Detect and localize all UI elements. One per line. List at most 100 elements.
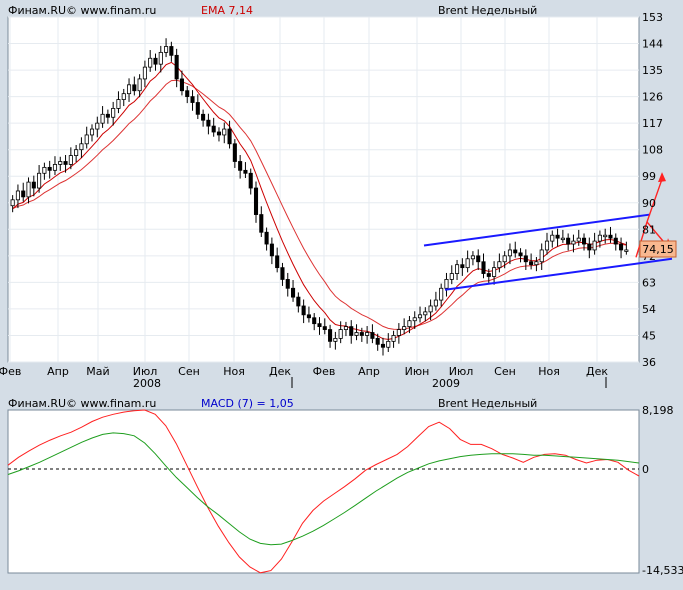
candle-body (370, 332, 375, 339)
price-y-axis: 1531441351261171089990817263544536 (642, 11, 663, 369)
candle-body (359, 332, 364, 336)
candle-body (153, 57, 158, 65)
chart-canvas: Финам.RU© www.finam.ru EMA 7,14 Brent Не… (0, 4, 683, 577)
macd-source-label: Финам.RU© www.finam.ru (8, 397, 156, 410)
candle-body (333, 338, 338, 342)
candle-body (544, 240, 550, 251)
candle-body (142, 66, 147, 80)
candle-body (343, 326, 348, 330)
candle-body (301, 305, 306, 316)
candle-body (238, 161, 243, 171)
candle-body (306, 314, 311, 319)
candle-body (592, 240, 597, 251)
candle-body (412, 317, 417, 322)
candle-body (402, 326, 407, 330)
price-ytick-label: 117 (642, 117, 663, 130)
candle-body (100, 113, 105, 124)
last-price-tag-text: 74,15 (642, 243, 674, 256)
price-xtick-label: Апр (47, 365, 69, 378)
candle-body (423, 311, 428, 316)
candle-body (513, 249, 518, 254)
macd-indicator-label: MACD (7) = 1,05 (201, 397, 294, 410)
candle-body (137, 78, 142, 92)
candle-body (550, 234, 555, 242)
candle-body (206, 119, 211, 127)
candle-body (391, 335, 396, 342)
candle-body (502, 255, 507, 263)
candle-body (259, 214, 264, 233)
candle-body (89, 128, 95, 136)
candle-body (449, 273, 454, 280)
candle-body (275, 255, 280, 269)
price-xtick-label: Июн (405, 365, 430, 378)
candle-body (158, 51, 163, 65)
candle-body (291, 287, 296, 298)
candle-body (587, 243, 592, 251)
candle-body (486, 273, 491, 277)
candle-body (132, 84, 137, 92)
macd-ytick-min: -14,533 (642, 564, 683, 577)
candle-body (497, 261, 502, 269)
candle-body (566, 237, 571, 245)
candle-body (460, 264, 465, 269)
price-xtick-label: Ноя (223, 365, 245, 378)
candle-body (597, 234, 602, 242)
candle-body (111, 108, 116, 118)
price-ytick-label: 126 (642, 91, 663, 104)
candle-body (269, 243, 274, 257)
candle-body (95, 122, 100, 130)
price-indicator-label: EMA 7,14 (201, 4, 253, 17)
price-xtick-label: Сен (178, 365, 200, 378)
candle-body (105, 113, 110, 118)
candle-body (253, 187, 259, 215)
candle-body (121, 93, 126, 100)
candle-body (534, 261, 539, 266)
candle-body (116, 99, 121, 109)
candle-body (608, 234, 613, 239)
candle-body (84, 134, 89, 145)
candle-body (264, 231, 269, 245)
candle-body (185, 90, 190, 98)
candle-body (169, 46, 174, 56)
candle-body (349, 326, 354, 336)
candle-body (619, 243, 624, 251)
candle-body (624, 249, 629, 252)
candle-body (470, 255, 475, 260)
candle-body (507, 249, 513, 257)
price-year-label: 2009 (432, 377, 460, 390)
candle-body (560, 237, 565, 241)
candle-body (79, 143, 84, 151)
candle-body (338, 329, 343, 339)
candle-body (439, 287, 444, 301)
candle-body (428, 305, 433, 313)
candle-body (571, 240, 576, 245)
candle-body (328, 329, 333, 342)
candle-body (211, 125, 216, 133)
price-xtick-label: Фев (313, 365, 336, 378)
price-ytick-label: 99 (642, 170, 656, 183)
price-ytick-label: 108 (642, 144, 663, 157)
price-ytick-label: 90 (642, 197, 656, 210)
price-ytick-label: 144 (642, 38, 663, 51)
price-ytick-label: 135 (642, 64, 663, 77)
candle-body (216, 131, 222, 136)
candle-body (555, 234, 560, 239)
candle-body (455, 264, 460, 274)
candle-body (529, 261, 534, 266)
candle-body (523, 255, 528, 263)
candle-body (31, 181, 36, 189)
macd-ytick-max: 8,198 (642, 404, 674, 417)
candle-body (164, 46, 169, 53)
candle-body (465, 258, 470, 269)
price-xtick-label: Ноя (538, 365, 560, 378)
candle-body (222, 128, 227, 136)
price-ytick-label: 45 (642, 329, 656, 342)
candle-body (195, 102, 200, 115)
price-ytick-label: 54 (642, 303, 656, 316)
candle-body (380, 343, 386, 348)
price-source-label: Финам.RU© www.finam.ru (8, 4, 156, 17)
candle-body (190, 96, 195, 103)
candle-body (396, 329, 401, 336)
candle-body (280, 267, 285, 280)
candle-body (603, 234, 608, 238)
